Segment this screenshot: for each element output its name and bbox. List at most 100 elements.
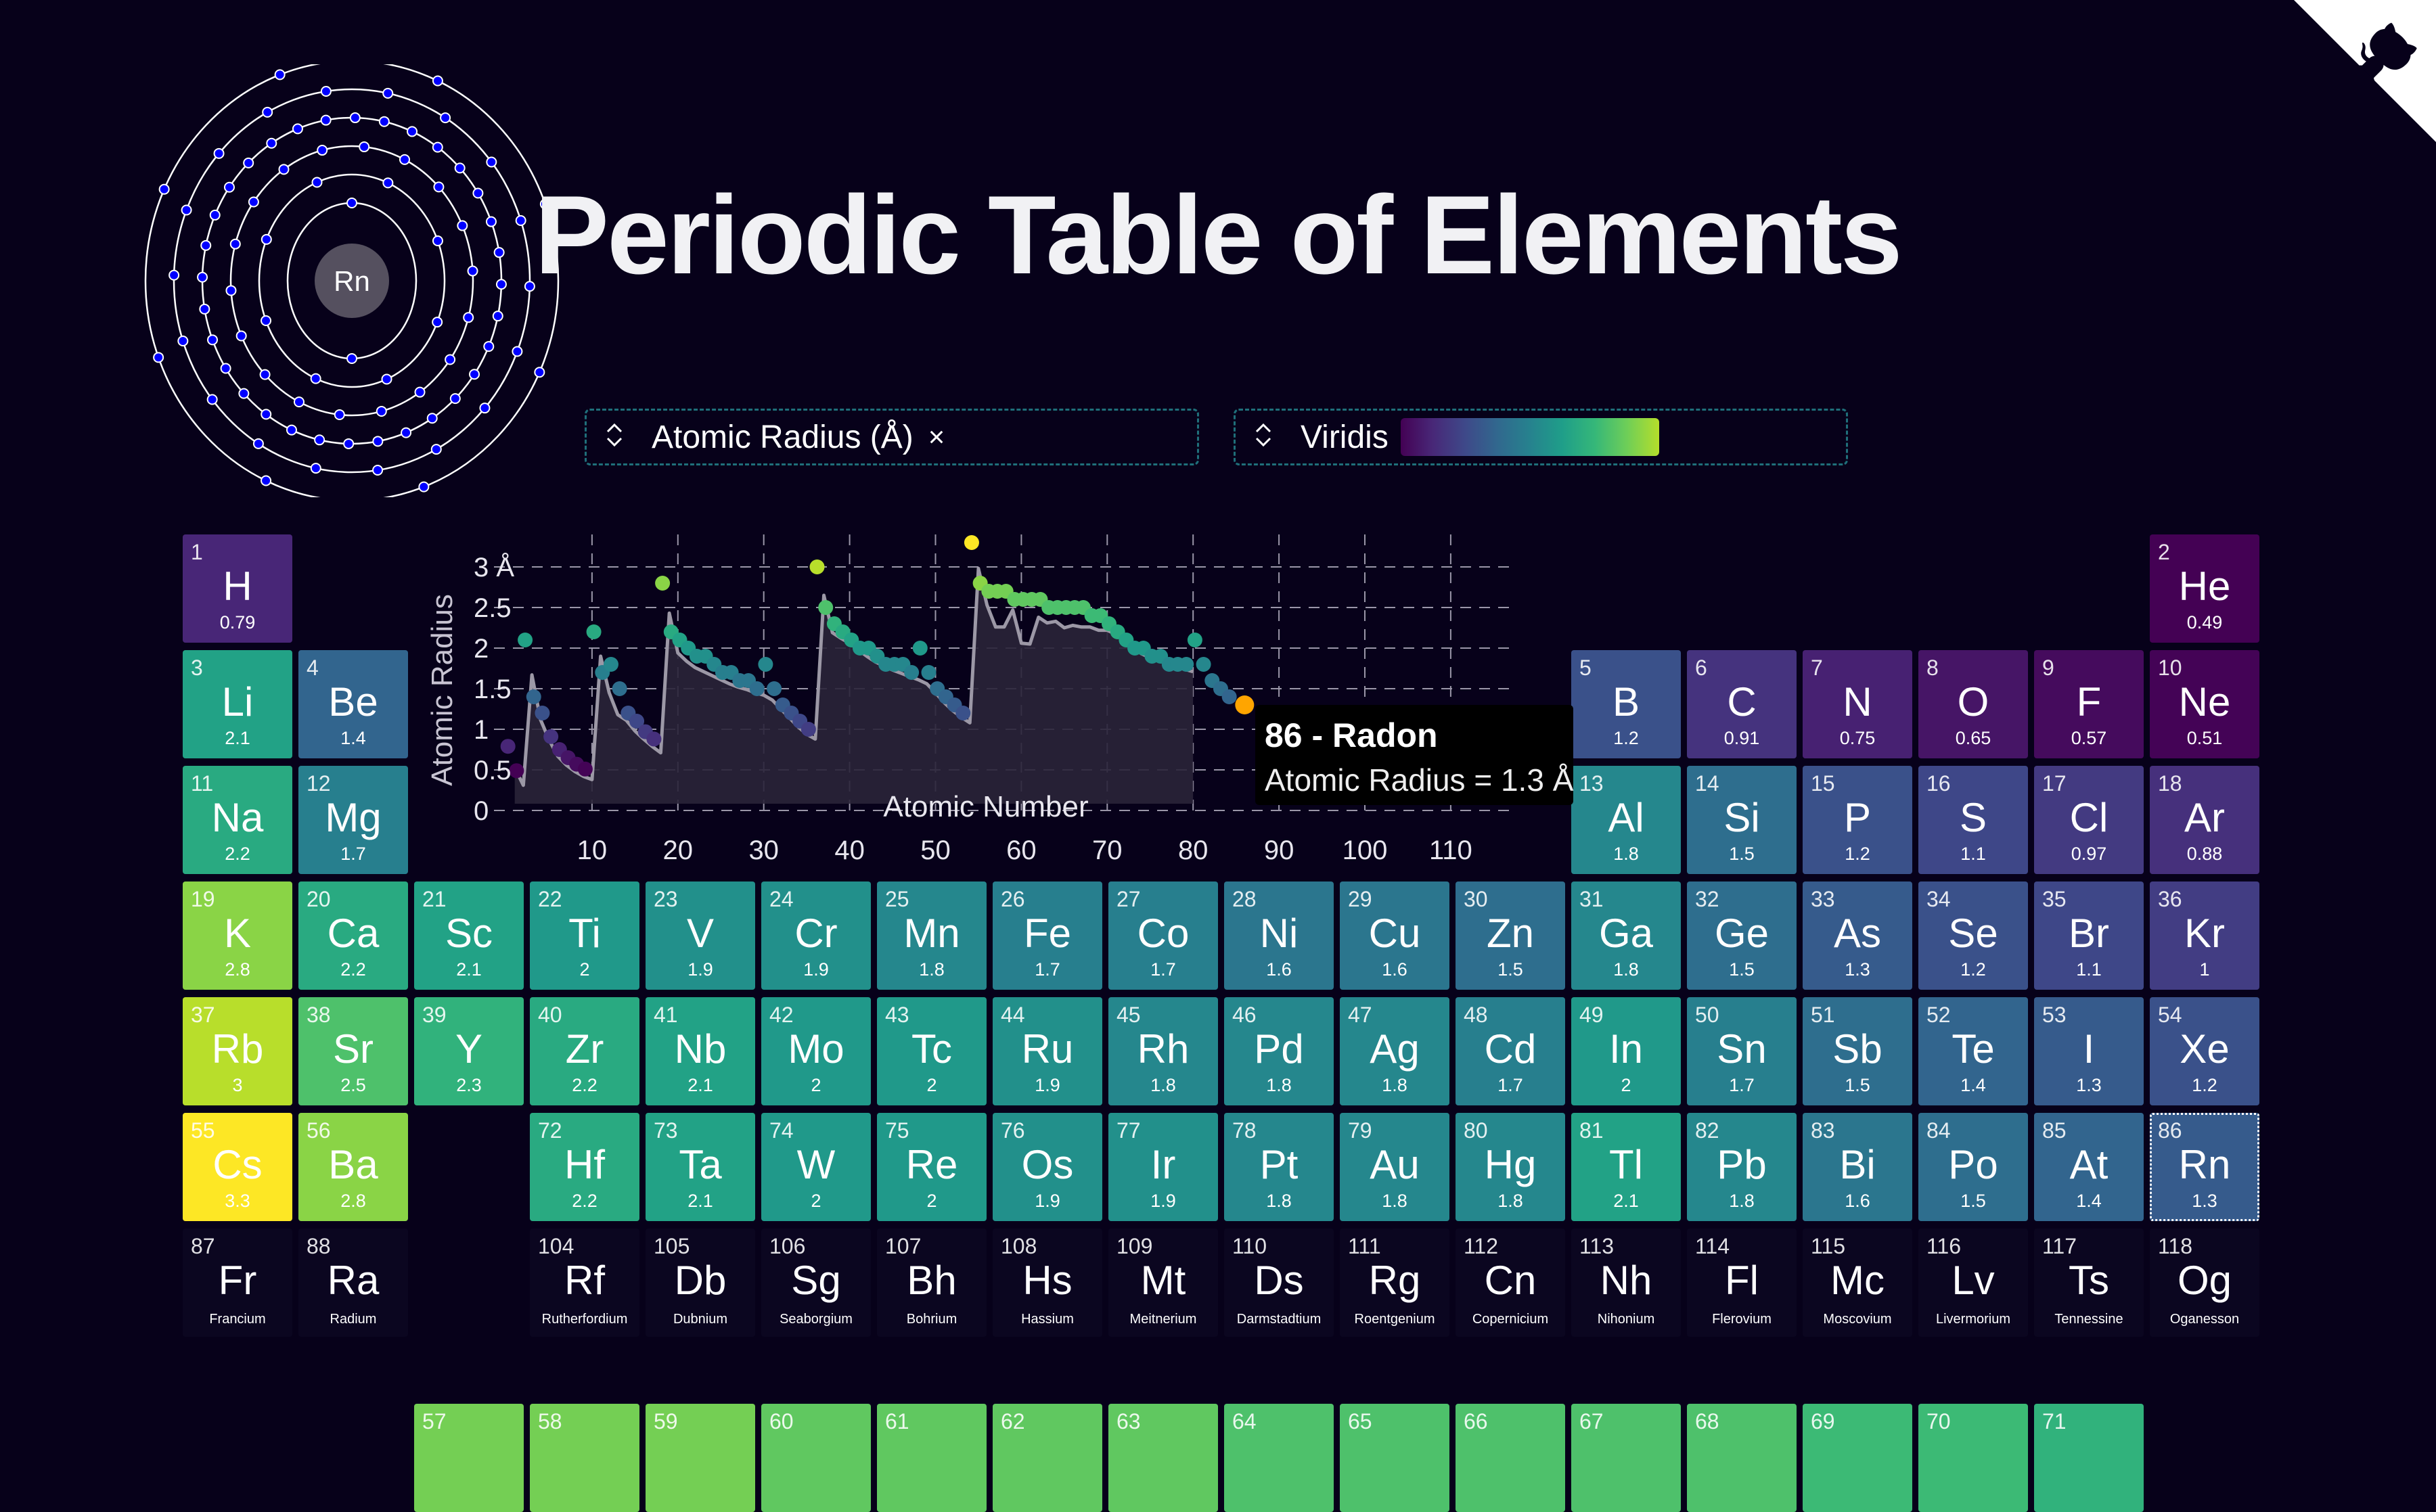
element-cell[interactable]: 19 K 2.8 [183,881,292,990]
element-cell[interactable]: 44 Ru 1.9 [993,997,1102,1105]
element-cell[interactable]: 48 Cd 1.7 [1456,997,1565,1105]
element-cell[interactable]: 33 As 1.3 [1803,881,1912,990]
element-cell[interactable]: 35 Br 1.1 [2034,881,2144,990]
element-cell[interactable]: 36 Kr 1 [2150,881,2259,990]
element-cell[interactable]: 8 O 0.65 [1918,650,2028,758]
element-cell[interactable]: 2 He 0.49 [2150,534,2259,643]
element-cell[interactable]: 74 W 2 [761,1113,871,1221]
element-cell[interactable]: 73 Ta 2.1 [646,1113,755,1221]
data-point[interactable] [904,665,920,680]
element-cell[interactable]: 32 Ge 1.5 [1687,881,1797,990]
element-cell[interactable]: 17 Cl 0.97 [2034,766,2144,874]
data-point[interactable] [577,761,593,777]
element-cell[interactable]: 79 Au 1.8 [1340,1113,1449,1221]
data-point[interactable] [767,681,782,696]
element-cell[interactable]: 24 Cr 1.9 [761,881,871,990]
element-cell[interactable]: 34 Se 1.2 [1918,881,2028,990]
element-cell[interactable]: 105 Db Dubnium [646,1229,755,1337]
element-cell[interactable]: 61 [877,1404,987,1512]
element-cell[interactable]: 104 Rf Rutherfordium [530,1229,639,1337]
data-point[interactable] [1187,633,1202,647]
element-cell[interactable]: 82 Pb 1.8 [1687,1113,1797,1221]
element-cell[interactable]: 107 Bh Bohrium [877,1229,987,1337]
element-cell[interactable]: 53 I 1.3 [2034,997,2144,1105]
element-cell[interactable]: 37 Rb 3 [183,997,292,1105]
element-cell[interactable]: 62 [993,1404,1102,1512]
element-cell[interactable]: 88 Ra Radium [298,1229,408,1337]
element-cell[interactable]: 28 Ni 1.6 [1224,881,1334,990]
element-cell[interactable]: 75 Re 2 [877,1113,987,1221]
element-cell[interactable]: 112 Cn Copernicium [1456,1229,1565,1337]
element-cell[interactable]: 77 Ir 1.9 [1108,1113,1218,1221]
data-point[interactable] [758,657,773,672]
element-cell[interactable]: 81 Tl 2.1 [1571,1113,1681,1221]
element-cell[interactable]: 71 [2034,1404,2144,1512]
data-point[interactable] [646,731,662,747]
element-cell[interactable]: 29 Cu 1.6 [1340,881,1449,990]
element-cell[interactable]: 41 Nb 2.1 [646,997,755,1105]
data-point[interactable] [964,535,979,550]
element-cell[interactable]: 47 Ag 1.8 [1340,997,1449,1105]
element-cell[interactable]: 3 Li 2.1 [183,650,292,758]
element-cell[interactable]: 7 N 0.75 [1803,650,1912,758]
element-cell[interactable]: 43 Tc 2 [877,997,987,1105]
element-cell[interactable]: 65 [1340,1404,1449,1512]
element-cell[interactable]: 10 Ne 0.51 [2150,650,2259,758]
element-cell[interactable]: 60 [761,1404,871,1512]
element-cell[interactable]: 54 Xe 1.2 [2150,997,2259,1105]
element-cell[interactable]: 72 Hf 2.2 [530,1113,639,1221]
element-cell[interactable]: 116 Lv Livermorium [1918,1229,2028,1337]
data-point[interactable] [535,706,550,720]
data-point[interactable] [818,600,834,615]
element-cell[interactable]: 78 Pt 1.8 [1224,1113,1334,1221]
element-cell[interactable]: 31 Ga 1.8 [1571,881,1681,990]
data-point[interactable] [955,706,971,720]
data-point[interactable] [543,729,559,744]
element-cell[interactable]: 83 Bi 1.6 [1803,1113,1912,1221]
element-cell[interactable]: 39 Y 2.3 [414,997,524,1105]
element-cell[interactable]: 20 Ca 2.2 [298,881,408,990]
data-point[interactable] [612,681,627,696]
element-cell[interactable]: 45 Rh 1.8 [1108,997,1218,1105]
element-cell[interactable]: 25 Mn 1.8 [877,881,987,990]
element-cell[interactable]: 84 Po 1.5 [1918,1113,2028,1221]
element-cell[interactable]: 64 [1224,1404,1334,1512]
element-cell[interactable]: 49 In 2 [1571,997,1681,1105]
data-point[interactable] [921,665,937,680]
element-cell[interactable]: 66 [1456,1404,1565,1512]
element-cell[interactable]: 30 Zn 1.5 [1456,881,1565,990]
data-point[interactable] [1221,689,1237,704]
element-cell[interactable]: 23 V 1.9 [646,881,755,990]
element-cell[interactable]: 4 Be 1.4 [298,650,408,758]
element-cell[interactable]: 16 S 1.1 [1918,766,2028,874]
data-point[interactable] [655,576,671,591]
element-cell[interactable]: 85 At 1.4 [2034,1113,2144,1221]
data-point[interactable] [518,633,533,647]
element-cell[interactable]: 51 Sb 1.5 [1803,997,1912,1105]
element-cell[interactable]: 38 Sr 2.5 [298,997,408,1105]
element-cell[interactable]: 11 Na 2.2 [183,766,292,874]
data-point[interactable] [526,689,541,704]
data-point[interactable] [603,657,618,672]
element-cell[interactable]: 111 Rg Roentgenium [1340,1229,1449,1337]
element-cell[interactable]: 42 Mo 2 [761,997,871,1105]
element-cell[interactable]: 56 Ba 2.8 [298,1113,408,1221]
highlighted-point[interactable] [1235,695,1255,714]
element-cell[interactable]: 69 [1803,1404,1912,1512]
element-cell[interactable]: 114 Fl Flerovium [1687,1229,1797,1337]
element-cell[interactable]: 86 Rn 1.3 [2150,1113,2259,1221]
element-cell[interactable]: 40 Zr 2.2 [530,997,639,1105]
element-cell[interactable]: 68 [1687,1404,1797,1512]
element-cell[interactable]: 27 Co 1.7 [1108,881,1218,990]
data-point[interactable] [809,559,825,574]
element-cell[interactable]: 14 Si 1.5 [1687,766,1797,874]
element-cell[interactable]: 108 Hs Hassium [993,1229,1102,1337]
data-point[interactable] [1196,657,1211,672]
element-cell[interactable]: 6 C 0.91 [1687,650,1797,758]
element-cell[interactable]: 117 Ts Tennessine [2034,1229,2144,1337]
data-point[interactable] [912,641,928,656]
element-cell[interactable]: 76 Os 1.9 [993,1113,1102,1221]
element-cell[interactable]: 1 H 0.79 [183,534,292,643]
element-cell[interactable]: 50 Sn 1.7 [1687,997,1797,1105]
element-cell[interactable]: 46 Pd 1.8 [1224,997,1334,1105]
